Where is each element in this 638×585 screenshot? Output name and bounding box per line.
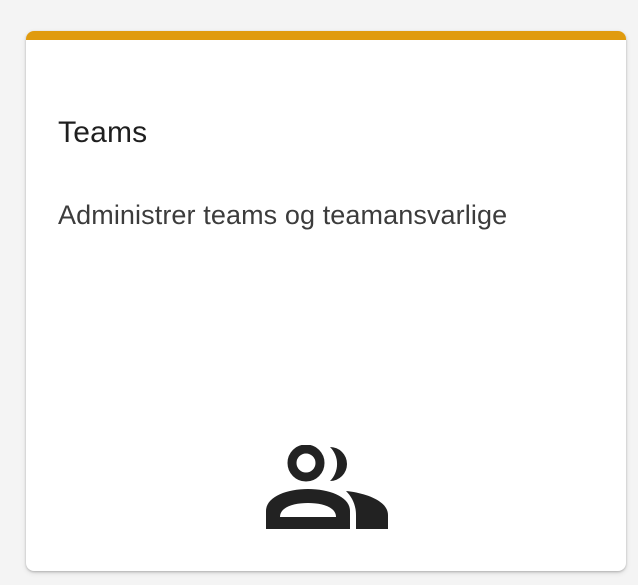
people-icon <box>266 445 390 529</box>
teams-card[interactable]: Teams Administrer teams og teamansvarlig… <box>26 31 626 571</box>
card-accent-bar <box>26 31 626 40</box>
card-description: Administrer teams og teamansvarlige <box>58 200 508 230</box>
card-title: Teams <box>58 116 148 149</box>
